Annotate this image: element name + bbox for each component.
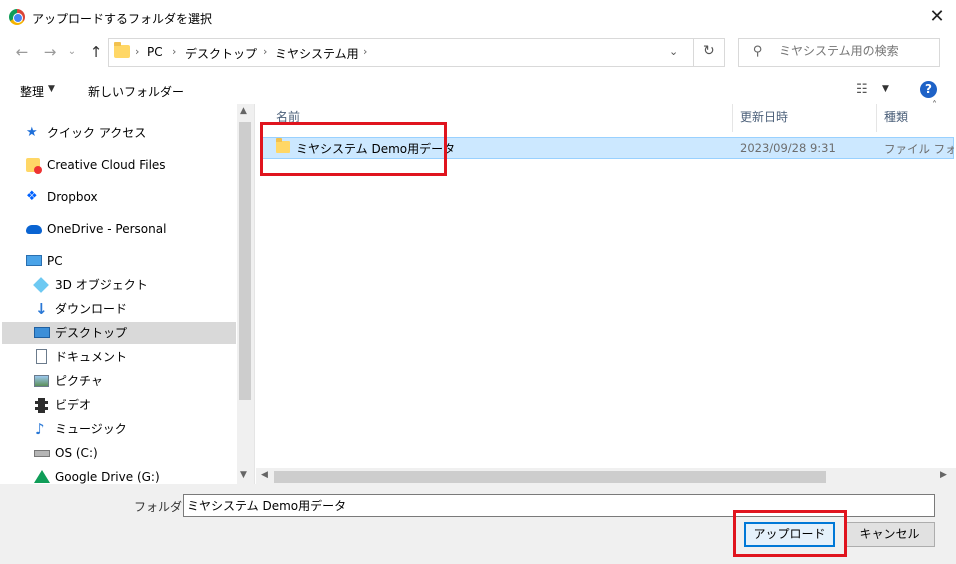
- scroll-down-icon[interactable]: ▼: [240, 470, 247, 480]
- divider: [693, 39, 694, 66]
- caret-down-icon[interactable]: ▼: [882, 84, 889, 94]
- address-bar[interactable]: › PC › デスクトップ › ミヤシステム用 › ⌄ ↻: [108, 38, 725, 67]
- command-bar: 整理 ▼ 新しいフォルダー ☷ ▼ ?: [0, 76, 956, 104]
- highlight-box: [260, 122, 447, 176]
- window-title: アップロードするフォルダを選択: [32, 12, 213, 26]
- search-input[interactable]: [779, 44, 937, 58]
- view-options-icon[interactable]: ☷: [856, 82, 868, 97]
- breadcrumb-separator: ›: [263, 45, 268, 58]
- recent-locations-icon[interactable]: ⌄: [62, 42, 82, 62]
- caret-down-icon[interactable]: ▼: [48, 84, 55, 94]
- close-button[interactable]: ✕: [922, 4, 952, 30]
- download-icon: ↓: [35, 300, 48, 318]
- title-bar: アップロードするフォルダを選択 ✕: [0, 0, 956, 34]
- search-box[interactable]: ⚲: [738, 38, 940, 67]
- column-separator[interactable]: [876, 104, 877, 132]
- search-icon: ⚲: [753, 44, 763, 59]
- column-separator[interactable]: [732, 104, 733, 132]
- sort-arrow-icon: ˄: [932, 100, 937, 111]
- help-icon[interactable]: ?: [920, 81, 937, 98]
- scrollbar-thumb[interactable]: [239, 122, 251, 400]
- pc-icon: [26, 255, 42, 266]
- forward-arrow-icon[interactable]: →: [40, 42, 60, 62]
- folder-icon: [114, 42, 130, 58]
- column-header-type[interactable]: 種類: [884, 108, 908, 125]
- column-header-modified[interactable]: 更新日時: [740, 108, 788, 125]
- pane-divider[interactable]: [254, 104, 255, 484]
- creative-cloud-icon: [26, 158, 42, 174]
- 3d-objects-icon: [33, 277, 49, 293]
- scrollbar-thumb[interactable]: [274, 471, 826, 483]
- scroll-left-icon[interactable]: ◀: [261, 470, 268, 480]
- scroll-right-icon[interactable]: ▶: [940, 470, 947, 480]
- file-type: ファイル フォルダー: [884, 142, 954, 156]
- chrome-icon: [9, 9, 25, 25]
- horizontal-scrollbar[interactable]: ◀ ▶: [256, 468, 956, 485]
- dropbox-icon: ❖: [26, 189, 38, 204]
- onedrive-icon: [26, 225, 42, 234]
- cancel-button[interactable]: キャンセル: [844, 522, 935, 547]
- google-drive-icon: [34, 470, 50, 483]
- breadcrumb-desktop[interactable]: デスクトップ: [185, 45, 257, 62]
- star-icon: ★: [26, 125, 38, 140]
- back-arrow-icon[interactable]: ←: [12, 42, 32, 62]
- up-arrow-icon[interactable]: ↑: [86, 42, 106, 62]
- refresh-icon[interactable]: ↻: [703, 43, 715, 59]
- organize-button[interactable]: 整理: [20, 83, 44, 100]
- nav-scrollbar[interactable]: ▲ ▼: [237, 104, 254, 484]
- navigation-pane: ★ クイック アクセス Creative Cloud Files ❖ Dropb…: [0, 104, 254, 484]
- file-modified: 2023/09/28 9:31: [740, 141, 836, 155]
- highlight-box: [733, 510, 847, 557]
- scroll-up-icon[interactable]: ▲: [240, 106, 247, 116]
- breadcrumb-separator: ›: [172, 45, 177, 58]
- videos-icon: [35, 398, 48, 413]
- chevron-down-icon[interactable]: ⌄: [669, 45, 678, 58]
- breadcrumb-current[interactable]: ミヤシステム用: [275, 45, 359, 62]
- breadcrumb-separator: ›: [363, 45, 368, 58]
- breadcrumb-separator: ›: [135, 45, 140, 58]
- music-icon: ♪: [35, 420, 45, 438]
- breadcrumb-pc[interactable]: PC: [147, 45, 163, 59]
- drive-icon: [34, 450, 50, 457]
- documents-icon: [36, 349, 47, 364]
- new-folder-button[interactable]: 新しいフォルダー: [88, 83, 184, 100]
- desktop-icon: [34, 327, 50, 338]
- pictures-icon: [34, 375, 49, 387]
